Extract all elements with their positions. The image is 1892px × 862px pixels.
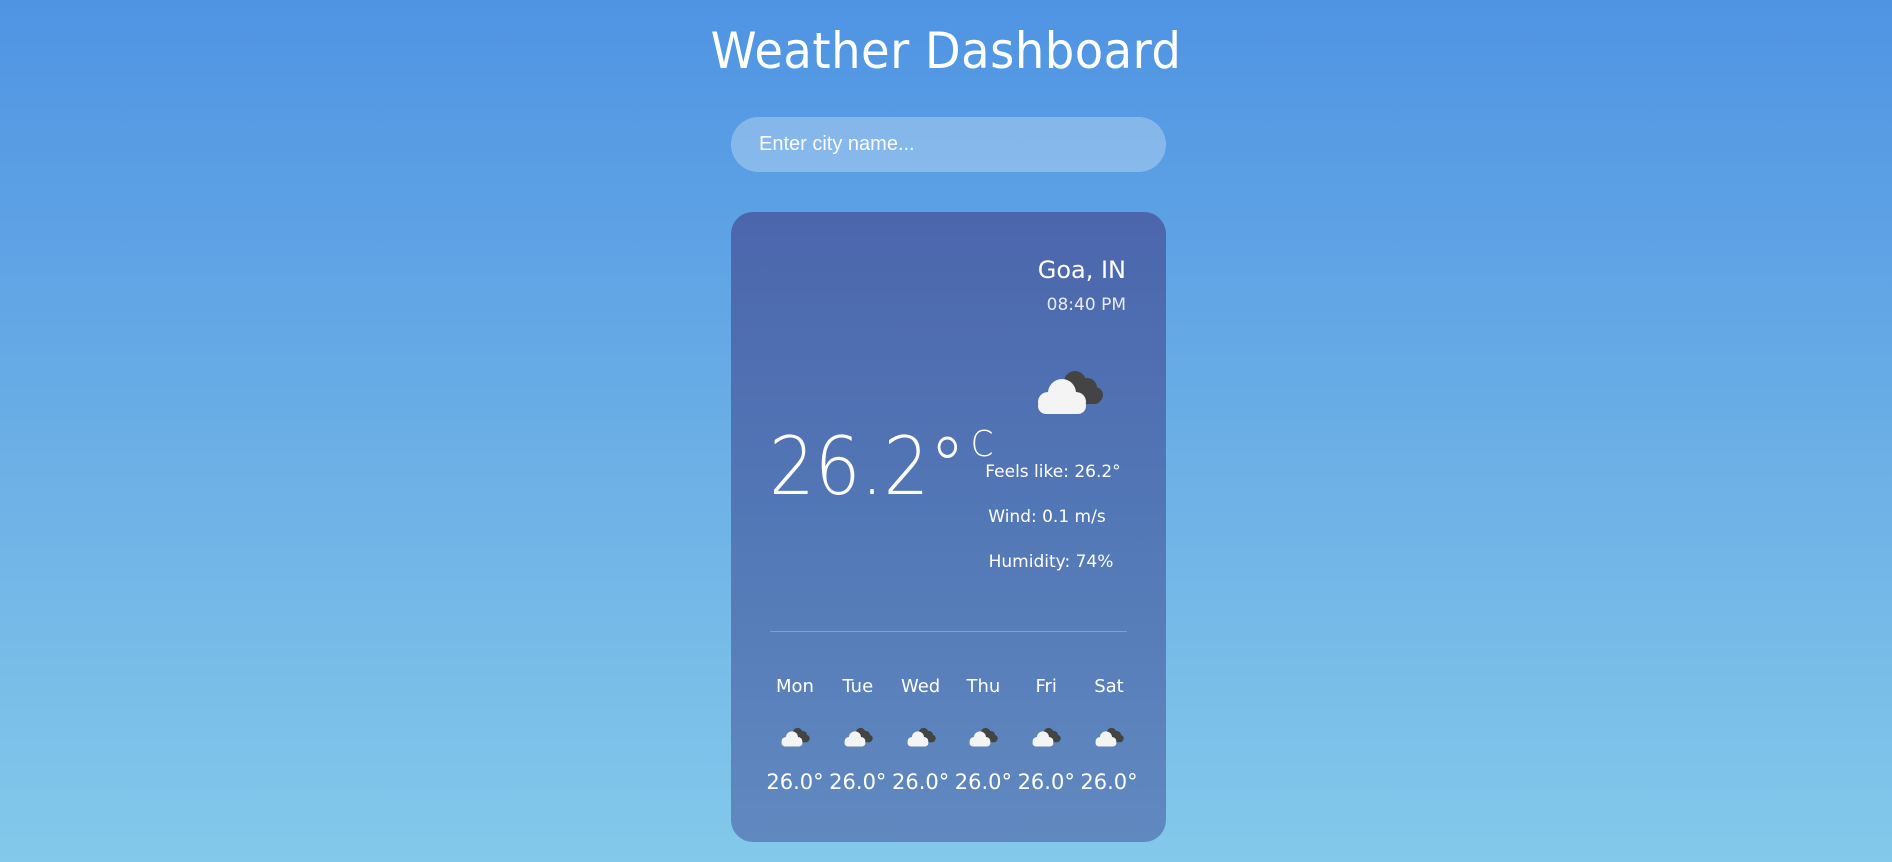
- forecast-day-name: Fri: [1035, 676, 1057, 697]
- cloudy-icon: [1095, 727, 1124, 747]
- temperature-value: 26.2°: [769, 420, 966, 513]
- divider: [770, 631, 1127, 632]
- forecast-temp: 26.0°: [1017, 770, 1075, 794]
- forecast-day-name: Wed: [900, 676, 941, 697]
- cloudy-icon: [844, 727, 873, 747]
- forecast-day: Fri 26.0°: [1017, 676, 1075, 794]
- forecast-day: Sat 26.0°: [1080, 676, 1138, 794]
- forecast-row: Mon 26.0° Tue 26.0° Wed 26.0° Thu 26.0° …: [766, 676, 1138, 794]
- current-temperature: 26.2° C: [769, 427, 993, 507]
- forecast-day-name: Thu: [966, 676, 1001, 697]
- forecast-day-name: Sat: [1094, 676, 1124, 697]
- temperature-unit: C: [970, 424, 994, 465]
- city-search-input[interactable]: [731, 117, 1166, 172]
- forecast-day-name: Tue: [842, 676, 874, 697]
- cloudy-icon: [1038, 371, 1103, 414]
- cloudy-icon: [907, 727, 936, 747]
- forecast-day: Wed 26.0°: [891, 676, 950, 794]
- cloudy-icon: [781, 727, 810, 747]
- cloudy-icon: [1032, 727, 1061, 747]
- local-time: 08:40 PM: [1046, 295, 1126, 315]
- wind: Wind: 0.1 m/s: [988, 507, 1106, 527]
- forecast-temp: 26.0°: [1080, 770, 1138, 794]
- forecast-temp: 26.0°: [829, 770, 887, 794]
- weather-card: Goa, IN 08:40 PM 26.2° C Feels like: 26.2…: [731, 212, 1166, 842]
- feels-like: Feels like: 26.2°: [985, 462, 1121, 482]
- forecast-temp: 26.0°: [891, 770, 950, 794]
- forecast-day: Thu 26.0°: [954, 676, 1013, 794]
- forecast-temp: 26.0°: [954, 770, 1013, 794]
- forecast-day: Tue 26.0°: [829, 676, 887, 794]
- forecast-temp: 26.0°: [766, 770, 824, 794]
- humidity: Humidity: 74%: [988, 552, 1114, 572]
- location-label: Goa, IN: [1037, 256, 1126, 284]
- cloudy-icon: [969, 727, 999, 747]
- forecast-day: Mon 26.0°: [766, 676, 824, 794]
- page-title: Weather Dashboard: [710, 22, 1182, 80]
- forecast-day-name: Mon: [776, 676, 814, 697]
